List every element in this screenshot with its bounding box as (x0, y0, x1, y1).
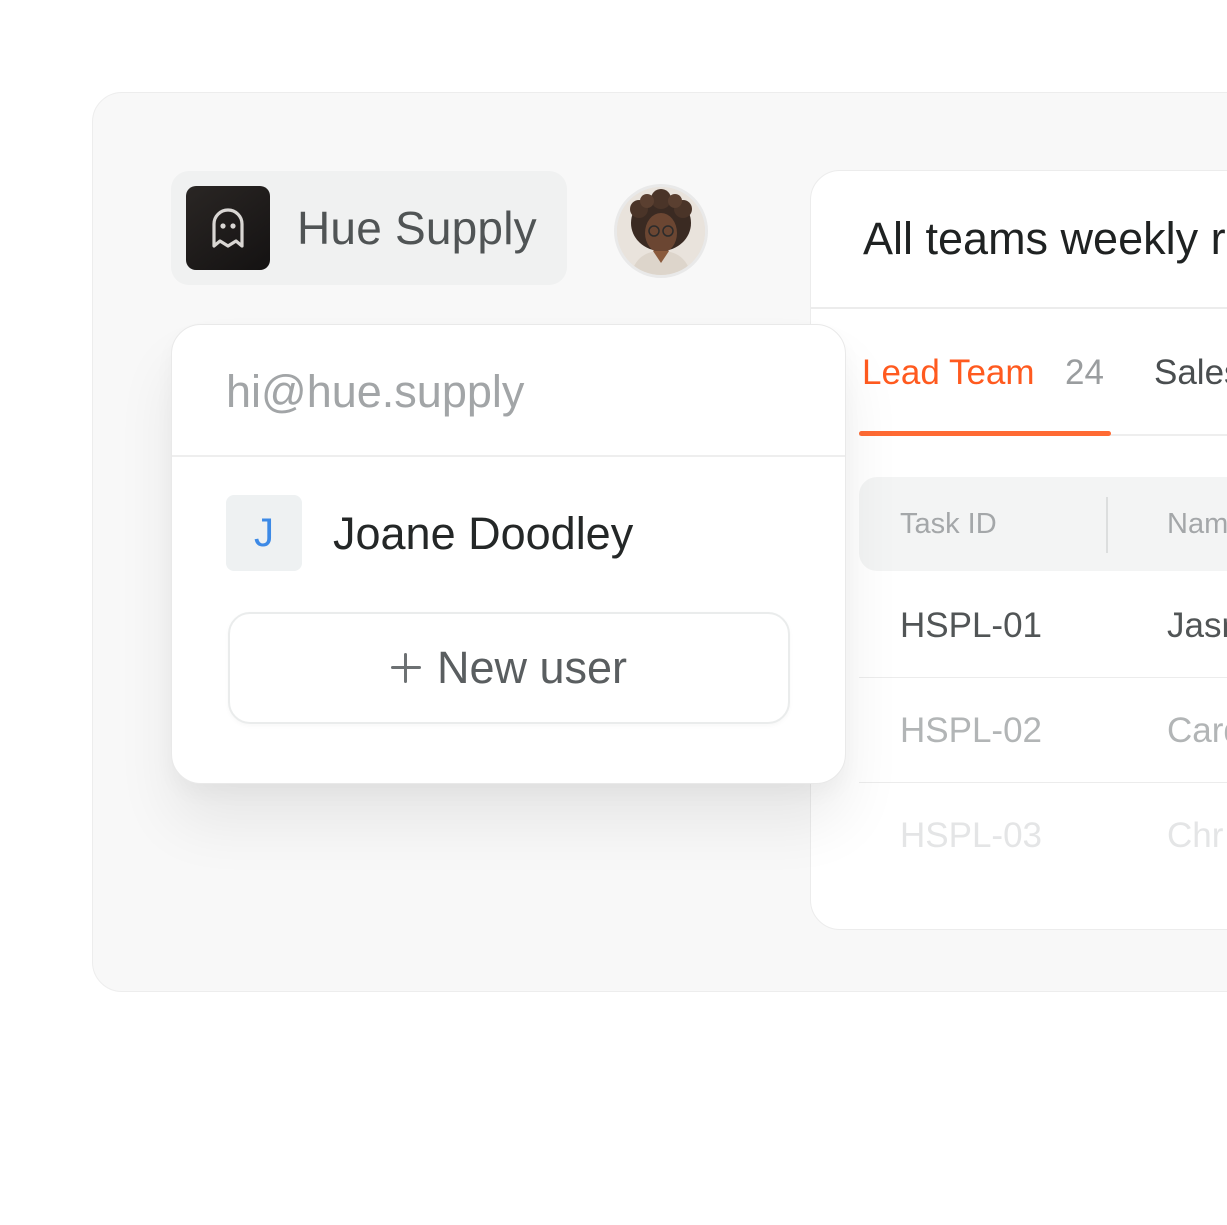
table-row[interactable]: HSPL-03 Chr (859, 784, 1227, 888)
report-title: All teams weekly r (863, 213, 1226, 264)
user-name: Joane Doodley (333, 508, 634, 559)
tab-sales[interactable]: Sales (1154, 353, 1227, 393)
avatar[interactable] (614, 184, 708, 278)
workspace-logo (186, 186, 270, 270)
task-id-cell: HSPL-03 (900, 816, 1043, 855)
workspace-name: Hue Supply (297, 202, 537, 254)
name-cell: Jasr (1167, 606, 1227, 645)
tab-lead-team[interactable]: Lead Team (862, 353, 1035, 393)
new-user-label: New user (436, 642, 628, 693)
report-panel: All teams weekly r Lead Team 24 Sales Ta… (810, 170, 1227, 930)
task-id-cell: HSPL-01 (900, 606, 1043, 645)
task-id-cell: HSPL-02 (900, 711, 1043, 750)
dropdown-divider (172, 455, 845, 457)
plus-icon (390, 653, 421, 683)
column-header-task-id[interactable]: Task ID (900, 477, 997, 571)
name-cell: Chr (1167, 816, 1224, 855)
new-user-button[interactable]: New user (228, 612, 790, 724)
ghost-icon (212, 208, 244, 248)
row-divider (859, 676, 1227, 678)
column-separator (1106, 497, 1108, 553)
active-tab-indicator (859, 431, 1111, 436)
user-item-joane-doodley[interactable]: J Joane Doodley (226, 495, 786, 571)
user-avatar-photo (617, 187, 705, 275)
column-header-name[interactable]: Nam (1167, 477, 1227, 571)
tab-lead-team-count: 24 (1065, 353, 1104, 392)
workspace-switcher[interactable]: Hue Supply (171, 171, 567, 285)
account-email: hi@hue.supply (226, 366, 525, 417)
name-cell: Card (1167, 711, 1227, 750)
table-row[interactable]: HSPL-02 Card (859, 679, 1227, 783)
user-dropdown: hi@hue.supply J Joane Doodley New user (171, 324, 846, 784)
report-header-divider (811, 307, 1227, 309)
table-header: Task ID Nam (859, 477, 1227, 571)
stage: Hue Supply All teams weekly r Lead Team … (0, 0, 1227, 1225)
table-row[interactable]: HSPL-01 Jasr (859, 574, 1227, 678)
row-divider (859, 781, 1227, 783)
user-initial-avatar: J (226, 495, 302, 571)
